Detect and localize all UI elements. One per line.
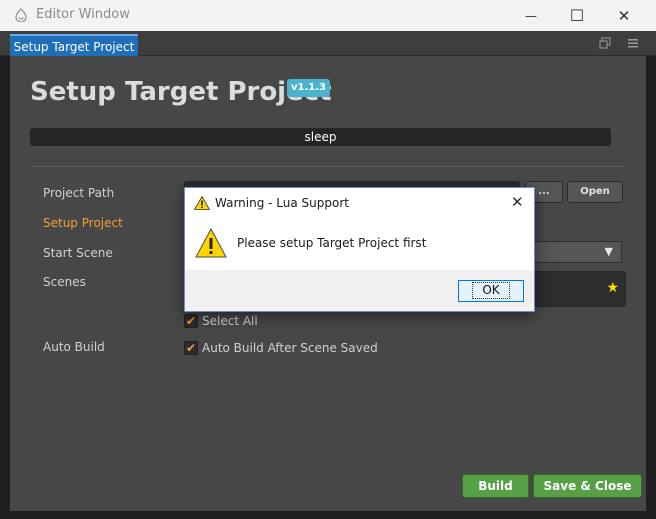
version-badge: v1.1.3 xyxy=(287,79,330,97)
build-button[interactable]: Build xyxy=(462,474,529,498)
app-icon xyxy=(15,8,27,22)
auto-build-label: Auto Build After Scene Saved xyxy=(202,341,378,355)
select-all-checkbox[interactable]: ✔ xyxy=(184,314,198,328)
dialog-close-icon[interactable]: ✕ xyxy=(511,193,524,211)
minimize-button[interactable]: — xyxy=(508,0,554,31)
chevron-down-icon: ▼ xyxy=(604,245,613,258)
divider xyxy=(30,166,626,167)
warning-icon xyxy=(194,196,210,210)
auto-build-row[interactable]: ✔ Auto Build After Scene Saved xyxy=(184,341,378,355)
close-icon: ✕ xyxy=(617,6,631,25)
pane-menu-icon[interactable] xyxy=(625,37,641,51)
minimize-icon: — xyxy=(525,8,537,23)
ok-label: OK xyxy=(472,282,510,299)
status-bar: sleep xyxy=(30,128,611,146)
dialog-title: Warning - Lua Support xyxy=(215,196,349,210)
open-button[interactable]: Open xyxy=(567,181,623,203)
auto-build-checkbox[interactable]: ✔ xyxy=(184,341,198,355)
maximize-icon: ☐ xyxy=(569,6,585,25)
warning-large-icon xyxy=(195,228,227,258)
close-button[interactable]: ✕ xyxy=(601,0,647,31)
label-setup-project: Setup Project xyxy=(43,216,123,230)
window-title: Editor Window xyxy=(36,7,130,22)
tab-setup-target-project[interactable]: Setup Target Project xyxy=(10,34,138,56)
label-auto-build: Auto Build xyxy=(43,340,105,354)
save-close-button[interactable]: Save & Close xyxy=(533,474,642,498)
ok-button[interactable]: OK xyxy=(458,280,524,302)
label-project-path: Project Path xyxy=(43,186,115,200)
dialog-message: Please setup Target Project first xyxy=(237,236,427,250)
window-titlebar[interactable]: Editor Window — ☐ ✕ xyxy=(0,0,656,32)
warning-dialog: Warning - Lua Support ✕ Please setup Tar… xyxy=(184,187,535,312)
maximize-button[interactable]: ☐ xyxy=(554,0,600,31)
label-start-scene: Start Scene xyxy=(43,246,113,260)
select-all-row[interactable]: ✔ Select All xyxy=(184,314,258,328)
label-scenes: Scenes xyxy=(43,275,86,289)
maximize-pane-icon[interactable] xyxy=(597,37,613,51)
select-all-label: Select All xyxy=(202,314,258,328)
star-icon[interactable]: ★ xyxy=(606,280,619,296)
